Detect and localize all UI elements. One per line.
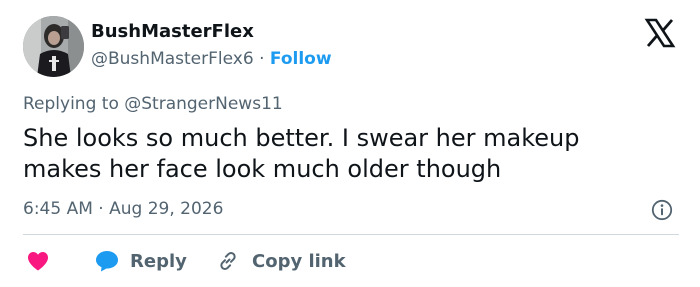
- like-button[interactable]: [27, 248, 49, 274]
- x-logo-icon[interactable]: [644, 17, 676, 49]
- replying-prefix: Replying to: [23, 94, 119, 114]
- avatar-image: [23, 16, 84, 77]
- link-icon: [220, 252, 236, 270]
- info-icon[interactable]: [651, 199, 673, 221]
- user-handle[interactable]: @BushMasterFlex6: [91, 49, 254, 69]
- tweet-time: 6:45 AM: [23, 199, 93, 219]
- reply-context: Replying to @StrangerNews11: [23, 93, 283, 115]
- avatar[interactable]: [23, 16, 84, 77]
- reply-bubble-icon: [96, 251, 118, 272]
- copy-link-label: Copy link: [252, 250, 346, 272]
- timestamp-separator: ·: [98, 199, 104, 219]
- handle-line: @BushMasterFlex6 · Follow: [91, 48, 332, 70]
- tweet-timestamp[interactable]: 6:45 AM · Aug 29, 2026: [23, 198, 223, 220]
- tweet-date: Aug 29, 2026: [109, 199, 224, 219]
- handle-separator: ·: [259, 49, 265, 69]
- divider: [23, 234, 679, 235]
- display-name[interactable]: BushMasterFlex: [91, 21, 254, 43]
- heart-icon: [28, 252, 48, 271]
- reply-button[interactable]: Reply: [95, 248, 187, 274]
- reply-mention-link[interactable]: @StrangerNews11: [124, 94, 282, 114]
- reply-label: Reply: [130, 250, 187, 272]
- follow-button[interactable]: Follow: [270, 49, 332, 69]
- tweet-text: She looks so much better. I swear her ma…: [23, 124, 580, 183]
- copy-link-button[interactable]: Copy link: [216, 248, 346, 274]
